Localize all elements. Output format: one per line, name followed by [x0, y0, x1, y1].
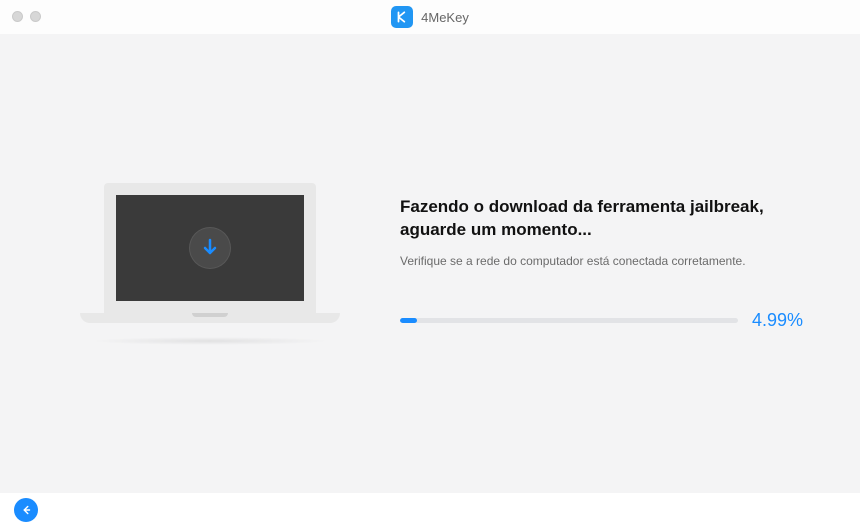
arrow-left-icon [19, 503, 33, 517]
back-button[interactable] [14, 498, 38, 522]
laptop-screen [104, 183, 316, 313]
status-panel: Fazendo o download da ferramenta jailbre… [370, 196, 810, 331]
progress-percent: 4.99% [752, 310, 810, 331]
progress-fill [400, 318, 417, 323]
download-arrow-icon [189, 227, 231, 269]
close-window-button[interactable] [12, 11, 23, 22]
app-logo-icon [391, 6, 413, 28]
minimize-window-button[interactable] [30, 11, 41, 22]
app-title: 4MeKey [391, 6, 469, 28]
main-content: Fazendo o download da ferramenta jailbre… [0, 34, 860, 493]
window-controls [12, 11, 41, 22]
bottom-bar [0, 493, 860, 527]
laptop-base [80, 313, 340, 323]
status-title: Fazendo o download da ferramenta jailbre… [400, 196, 810, 242]
status-subtitle: Verifique se a rede do computador está c… [400, 254, 810, 268]
progress-bar [400, 318, 738, 323]
window-titlebar: 4MeKey [0, 0, 860, 34]
progress-row: 4.99% [400, 310, 810, 331]
laptop-illustration [80, 183, 340, 345]
illustration-panel [50, 183, 370, 345]
app-name: 4MeKey [421, 10, 469, 25]
